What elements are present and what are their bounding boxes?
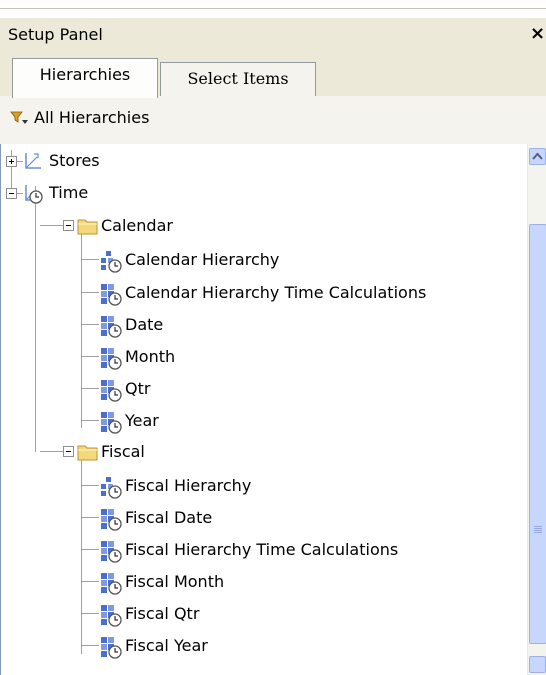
tree-item-label: Fiscal Hierarchy Time Calculations [125, 540, 399, 559]
filter-icon[interactable] [10, 110, 30, 128]
tree-item-label: Fiscal Qtr [125, 604, 200, 623]
tree-item-calendar-hierarchy[interactable]: Calendar Hierarchy [99, 246, 519, 276]
tree-item-qtr[interactable]: Qtr [99, 375, 519, 405]
tree-item-fiscal-hierarchy[interactable]: Fiscal Hierarchy [99, 472, 519, 502]
tree-node-fiscal[interactable]: Fiscal [77, 438, 297, 468]
hierarchy-icon [101, 477, 122, 499]
tree-item-calendar-hierarchy-time-calculations[interactable]: Calendar Hierarchy Time Calculations [99, 279, 519, 309]
tree-line [81, 485, 99, 486]
tree-node-label: Calendar [101, 216, 173, 235]
tab-select-items[interactable]: Select Items [160, 62, 316, 96]
scroll-down-button[interactable] [529, 656, 546, 673]
scroll-up-button[interactable] [529, 148, 546, 165]
time-level-icon [101, 637, 122, 659]
time-level-icon [101, 541, 122, 563]
tree-node-label: Time [49, 183, 89, 202]
tree-node-label: Stores [49, 151, 100, 170]
tree-item-label: Calendar Hierarchy Time Calculations [125, 283, 427, 302]
tree-line [81, 420, 99, 421]
tree-item-year[interactable]: Year [99, 407, 519, 437]
close-button[interactable]: × [530, 23, 545, 44]
tree-item-fiscal-hierarchy-time-calculations[interactable]: Fiscal Hierarchy Time Calculations [99, 536, 519, 566]
collapse-time-toggle[interactable] [6, 188, 17, 199]
tree-item-label: Year [125, 411, 159, 430]
scroll-grip [534, 526, 542, 527]
tree-item-label: Calendar Hierarchy [125, 250, 280, 269]
tree-line [81, 292, 99, 293]
tree-node-label: Fiscal [101, 442, 145, 461]
tree-line [81, 581, 99, 582]
folder-icon [77, 219, 98, 235]
tree-item-label: Month [125, 347, 176, 366]
tree-line [81, 388, 99, 389]
tab-hierarchies[interactable]: Hierarchies [12, 58, 158, 98]
tree-item-label: Qtr [125, 379, 151, 398]
scroll-thumb[interactable] [529, 224, 546, 644]
time-level-icon [101, 509, 122, 531]
tree-item-date[interactable]: Date [99, 311, 519, 341]
tree-line [35, 186, 36, 452]
tree-item-fiscal-qtr[interactable]: Fiscal Qtr [99, 600, 519, 630]
time-level-icon [101, 284, 122, 306]
time-level-icon [101, 605, 122, 627]
collapse-fiscal-toggle[interactable] [63, 446, 74, 457]
tree-line [81, 454, 82, 654]
folder-icon [77, 445, 98, 461]
time-level-icon [101, 348, 122, 370]
tree-item-label: Fiscal Hierarchy [125, 476, 252, 495]
tree-line [81, 228, 82, 428]
filter-bar: All Hierarchies [0, 96, 546, 145]
tree-line [40, 225, 64, 226]
time-level-icon [101, 412, 122, 434]
panel-title-bar: Setup Panel × [0, 18, 546, 52]
time-level-icon [101, 380, 122, 402]
time-level-icon [101, 316, 122, 338]
tree-line [81, 645, 99, 646]
time-dimension-icon [25, 185, 43, 204]
collapse-calendar-toggle[interactable] [63, 220, 74, 231]
tree-item-fiscal-date[interactable]: Fiscal Date [99, 504, 519, 534]
tab-strip: Hierarchies Select Items [0, 52, 546, 98]
tree-line [81, 259, 99, 260]
hierarchy-icon [101, 251, 122, 273]
tree-line [81, 549, 99, 550]
top-border [0, 0, 546, 9]
expand-stores-toggle[interactable] [6, 156, 17, 167]
filter-all-hierarchies[interactable]: All Hierarchies [34, 108, 149, 127]
tree-item-fiscal-year[interactable]: Fiscal Year [99, 632, 519, 662]
hierarchy-tree: Stores Time Calendar Calendar Hierarchy … [0, 144, 546, 675]
tree-node-calendar[interactable]: Calendar [77, 212, 297, 242]
vertical-scrollbar[interactable] [527, 144, 546, 675]
tree-line [81, 517, 99, 518]
tree-node-stores[interactable]: Stores [23, 147, 223, 177]
dimension-icon [25, 153, 41, 169]
tree-line [81, 356, 99, 357]
time-level-icon [101, 573, 122, 595]
tree-line [40, 451, 64, 452]
tree-line [81, 324, 99, 325]
tree-node-time[interactable]: Time [23, 179, 223, 209]
tree-item-label: Date [125, 315, 164, 334]
tree-item-fiscal-month[interactable]: Fiscal Month [99, 568, 519, 598]
tree-item-label: Fiscal Month [125, 572, 225, 591]
chevron-up-icon [532, 152, 543, 160]
panel-title: Setup Panel [8, 25, 103, 44]
tree-line [81, 613, 99, 614]
tree-item-label: Fiscal Year [125, 636, 208, 655]
tree-item-month[interactable]: Month [99, 343, 519, 373]
tree-item-label: Fiscal Date [125, 508, 213, 527]
